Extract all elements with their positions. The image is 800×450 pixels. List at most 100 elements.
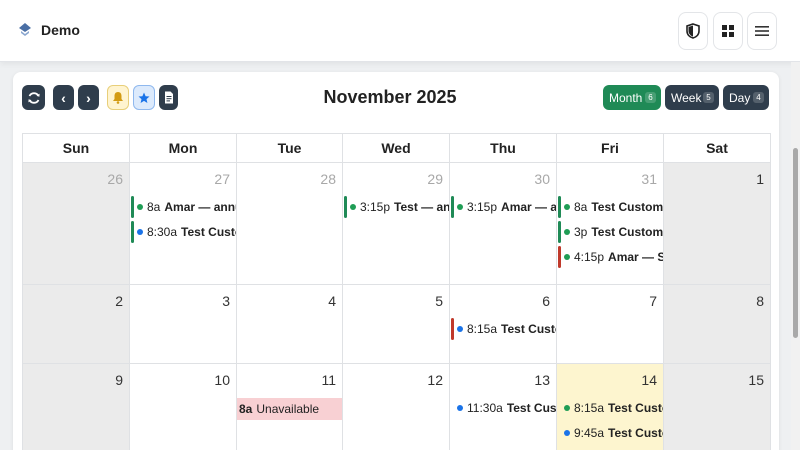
view-day-button[interactable]: Day 4 (723, 85, 769, 110)
day-cell[interactable]: 4 (237, 285, 343, 364)
event-dot-icon (457, 204, 463, 210)
favorites-button[interactable] (133, 85, 155, 110)
day-cell[interactable]: 29 3:15pTest — annual (343, 163, 450, 285)
day-number: 15 (748, 372, 764, 388)
day-cell[interactable]: 6 8:15aTest Customer (450, 285, 557, 364)
calendar-event[interactable]: 8aTest Customer — (558, 196, 663, 218)
day-cell[interactable]: 12 (343, 364, 450, 450)
event-time: 9:45a (574, 426, 605, 440)
logo-icon (19, 23, 31, 36)
event-time: 8:30a (147, 225, 178, 239)
view-week-button[interactable]: Week 5 (665, 85, 719, 110)
event-time: 3p (574, 225, 588, 239)
day-cell[interactable]: 318aTest Customer —3pTest Customer —4:15… (557, 163, 664, 285)
calendar-grid: SunMonTueWedThuFriSat26278aAmar — annual… (22, 133, 771, 450)
document-button[interactable] (159, 85, 178, 110)
calendar-event[interactable]: 3:15pTest — annual (344, 196, 449, 218)
event-dot-icon (457, 326, 463, 332)
calendar-event[interactable]: 3:15pAmar — annual (451, 196, 556, 218)
event-dot-icon (564, 204, 570, 210)
day-number: 28 (320, 171, 336, 187)
notifications-button[interactable] (107, 85, 129, 110)
view-day-label: Day (729, 90, 751, 105)
calendar-event[interactable]: 3pTest Customer — (558, 221, 663, 243)
day-cell[interactable]: 10 (130, 364, 237, 450)
day-number: 3 (222, 293, 230, 309)
calendar-event[interactable]: 8aAmar — annual (131, 196, 236, 218)
view-day-count: 4 (753, 92, 764, 103)
event-dot-icon (564, 430, 570, 436)
unavailable-block[interactable]: 8a Unavailable (237, 398, 342, 420)
menu-icon (755, 26, 769, 36)
day-number: 8 (756, 293, 764, 309)
next-month-button[interactable]: › (78, 85, 99, 110)
refresh-button[interactable] (22, 85, 45, 110)
grid-icon (722, 25, 734, 37)
event-title: Test Customer (608, 401, 663, 415)
day-cell[interactable]: 13 11:30aTest Customer (450, 364, 557, 450)
day-cell[interactable]: 2 (23, 285, 130, 364)
shield-button[interactable] (678, 12, 708, 50)
event-time: 8:15a (467, 322, 498, 336)
event-time: 8a (147, 200, 161, 214)
event-title: Test — annual (394, 200, 449, 214)
event-title: Test Customer (181, 225, 236, 239)
app-title: Demo (41, 22, 80, 38)
event-title: Test Customer — (591, 225, 663, 239)
event-title: Test Customer (506, 401, 556, 415)
star-icon (138, 92, 150, 103)
day-number: 9 (115, 372, 123, 388)
day-cell[interactable]: 7 (557, 285, 664, 364)
day-cell[interactable]: 27 8aAmar — annual 8:30aTest Customer (130, 163, 237, 285)
calendar-event[interactable]: 8:15aTest Customer (558, 397, 663, 419)
view-week-count: 5 (703, 92, 714, 103)
event-time: 8:15a (574, 401, 605, 415)
day-number: 29 (427, 171, 443, 187)
calendar-event[interactable]: 8:15aTest Customer (451, 318, 556, 340)
day-cell[interactable]: 3 (130, 285, 237, 364)
weekday-header: Thu (450, 134, 557, 163)
day-cell[interactable]: 148:15aTest Customer9:45aTest Customer (557, 364, 664, 450)
event-title: Test Customer (501, 322, 556, 336)
page-scrollbar[interactable] (791, 62, 800, 450)
shield-icon (686, 23, 700, 39)
day-number: 30 (534, 171, 550, 187)
prev-month-button[interactable]: ‹ (53, 85, 74, 110)
refresh-icon (27, 91, 40, 104)
day-number: 2 (115, 293, 123, 309)
day-cell[interactable]: 30 3:15pAmar — annual (450, 163, 557, 285)
event-status-bar (451, 196, 454, 218)
day-cell[interactable]: 15 (664, 364, 771, 450)
day-cell[interactable]: 8 (664, 285, 771, 364)
event-time: 4:15p (574, 250, 605, 264)
view-month-label: Month (609, 90, 643, 105)
calendar-event[interactable]: 4:15pAmar — Summer (558, 246, 663, 268)
event-title: Amar — annual (501, 200, 556, 214)
event-status-bar (131, 196, 134, 218)
day-cell[interactable]: 9 (23, 364, 130, 450)
calendar-event[interactable]: 9:45aTest Customer (558, 422, 663, 444)
scrollbar-thumb[interactable] (793, 148, 798, 338)
event-dot-icon (564, 254, 570, 260)
day-cell[interactable]: 11 8a Unavailable (237, 364, 343, 450)
weekday-header: Tue (237, 134, 343, 163)
day-cell[interactable]: 26 (23, 163, 130, 285)
event-status-bar (451, 318, 454, 340)
event-dot-icon (564, 229, 570, 235)
calendar-event[interactable]: 11:30aTest Customer (451, 397, 556, 419)
day-cell[interactable]: 1 (664, 163, 771, 285)
event-dot-icon (137, 204, 143, 210)
weekday-header: Fri (557, 134, 664, 163)
day-cell[interactable]: 5 (343, 285, 450, 364)
weekday-header: Wed (343, 134, 450, 163)
view-month-button[interactable]: Month 6 (603, 85, 661, 110)
day-number: 1 (756, 171, 764, 187)
bell-icon (113, 92, 123, 104)
menu-button[interactable] (747, 12, 777, 50)
day-cell[interactable]: 28 (237, 163, 343, 285)
calendar-event[interactable]: 8:30aTest Customer (131, 221, 236, 243)
grid-button[interactable] (713, 12, 743, 50)
event-status-bar (131, 221, 134, 243)
day-number: 6 (542, 293, 550, 309)
event-status-bar (558, 221, 561, 243)
